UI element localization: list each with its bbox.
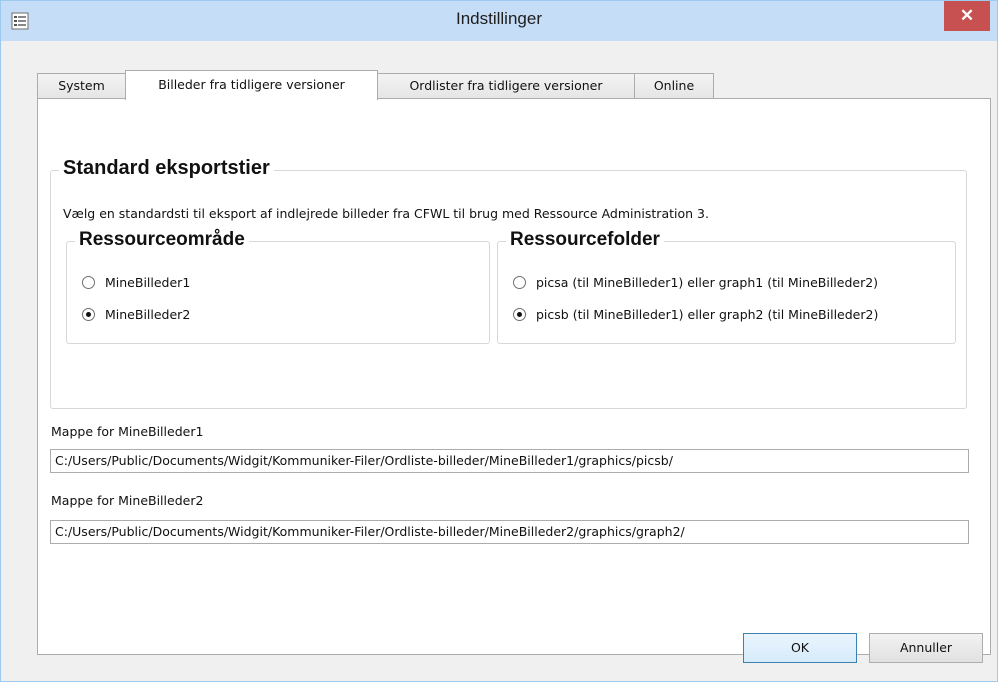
tab-panel: Standard eksportstier Vælg en standardst…	[37, 98, 991, 655]
tab-label: System	[58, 78, 105, 93]
settings-dialog: Indstillinger ✕ System Billeder fra tidl…	[0, 0, 998, 682]
tab-system[interactable]: System	[37, 73, 126, 99]
radio-label: picsa (til MineBilleder1) eller graph1 (…	[536, 275, 879, 290]
export-description: Vælg en standardsti til eksport af indle…	[63, 206, 709, 221]
radio-button[interactable]	[82, 276, 95, 289]
resource-folder-group: Ressourcefolder picsa (til MineBilleder1…	[497, 229, 956, 344]
export-paths-group: Standard eksportstier Vælg en standardst…	[50, 157, 967, 409]
close-button[interactable]: ✕	[944, 1, 990, 31]
tab-label: Billeder fra tidligere versioner	[158, 77, 345, 92]
cancel-button[interactable]: Annuller	[869, 633, 983, 663]
resource-area-group: Ressourceområde MineBilleder1 MineBilled…	[66, 229, 490, 344]
dialog-client: System Billeder fra tidligere versioner …	[9, 41, 991, 673]
folder1-label: Mappe for MineBilleder1	[51, 424, 204, 439]
tab-online[interactable]: Online	[634, 73, 714, 99]
radio-area-minebilleder1[interactable]: MineBilleder1	[82, 275, 190, 290]
radio-button[interactable]	[82, 308, 95, 321]
resource-area-title: Ressourceområde	[75, 229, 249, 251]
ok-button[interactable]: OK	[743, 633, 857, 663]
radio-button[interactable]	[513, 276, 526, 289]
window-title: Indstillinger	[456, 9, 542, 28]
cancel-label: Annuller	[899, 640, 953, 655]
folder1-path-input[interactable]: C:/Users/Public/Documents/Widgit/Kommuni…	[50, 449, 969, 473]
tab-label: Online	[653, 78, 695, 93]
folder2-path-input[interactable]: C:/Users/Public/Documents/Widgit/Kommuni…	[50, 520, 969, 544]
radio-folder-picsa[interactable]: picsa (til MineBilleder1) eller graph1 (…	[513, 275, 878, 290]
radio-label: MineBilleder2	[105, 307, 191, 322]
title-bar[interactable]: Indstillinger ✕	[1, 1, 997, 41]
folder2-label: Mappe for MineBilleder2	[51, 493, 204, 508]
radio-label: picsb (til MineBilleder1) eller graph2 (…	[536, 307, 879, 322]
resource-folder-title: Ressourcefolder	[506, 229, 664, 251]
ok-label: OK	[790, 640, 810, 655]
tab-label: Ordlister fra tidligere versioner	[409, 78, 603, 93]
tab-billeder[interactable]: Billeder fra tidligere versioner	[125, 70, 378, 100]
export-paths-title: Standard eksportstier	[59, 157, 274, 180]
tab-ordlister[interactable]: Ordlister fra tidligere versioner	[377, 73, 635, 99]
radio-button[interactable]	[513, 308, 526, 321]
close-icon: ✕	[959, 6, 975, 25]
radio-label: MineBilleder1	[105, 275, 191, 290]
radio-area-minebilleder2[interactable]: MineBilleder2	[82, 307, 190, 322]
radio-folder-picsb[interactable]: picsb (til MineBilleder1) eller graph2 (…	[513, 307, 878, 322]
